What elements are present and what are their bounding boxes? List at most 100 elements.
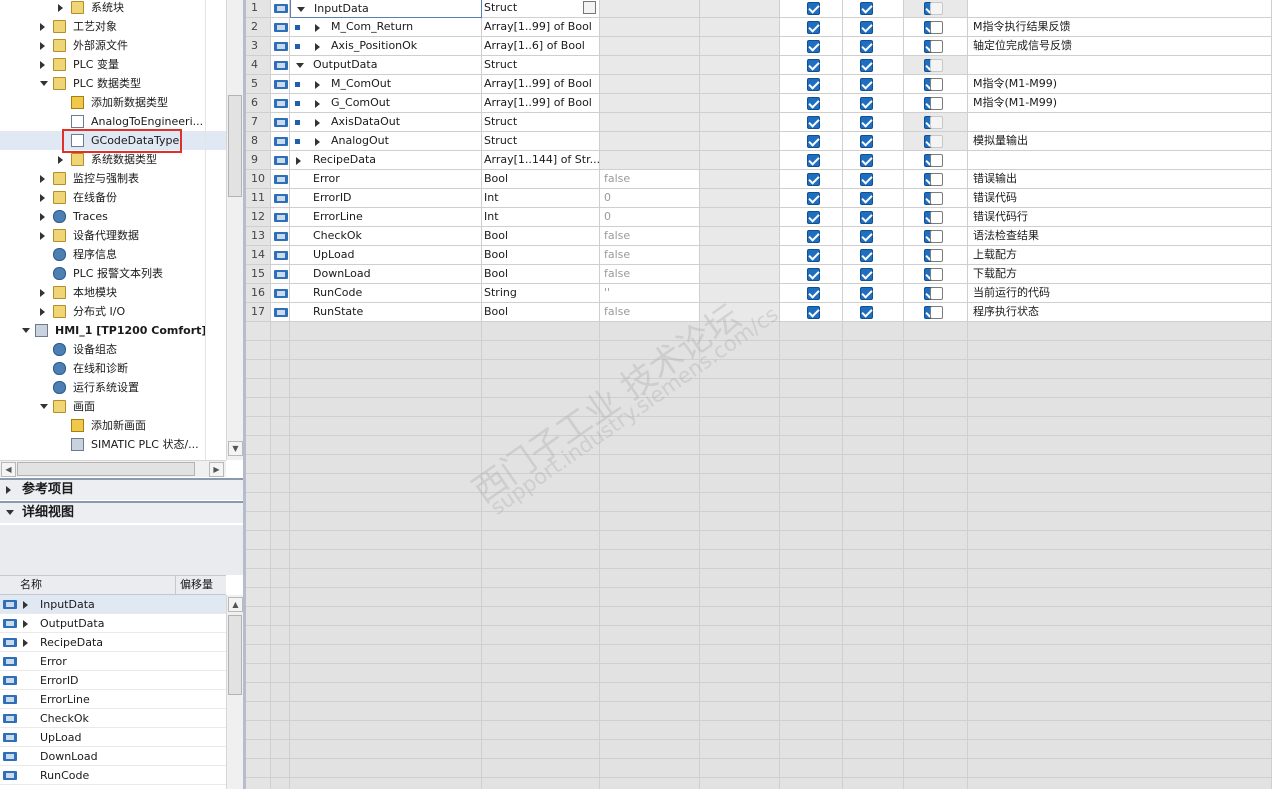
writable-hmi-checkbox[interactable]	[860, 192, 873, 205]
table-row[interactable]: 7 AxisDataOut Struct	[246, 113, 1272, 132]
name-cell[interactable]: OutputData	[290, 56, 482, 75]
name-cell[interactable]: InputData	[290, 0, 482, 18]
default-value-cell[interactable]	[600, 56, 700, 75]
name-cell[interactable]: RecipeData	[290, 151, 482, 170]
chevron-right-icon[interactable]	[40, 194, 45, 202]
accessible-hmi-checkbox[interactable]	[807, 116, 820, 129]
tree-item-runtime-settings[interactable]: 运行系统设置	[0, 378, 226, 397]
chevron-down-icon[interactable]	[22, 328, 30, 333]
table-row[interactable]: 10 Error Bool false 错误输出	[246, 170, 1272, 189]
setpoint-checkbox[interactable]	[930, 173, 943, 186]
tree-item-technology-objects[interactable]: 工艺对象	[0, 17, 226, 36]
type-cell[interactable]: Int	[482, 208, 600, 227]
default-value-cell[interactable]	[600, 151, 700, 170]
comment-cell[interactable]: M指令(M1-M99)	[968, 94, 1272, 113]
tree-item-traces[interactable]: Traces	[0, 207, 226, 226]
table-row[interactable]: 3 Axis_PositionOk Array[1..6] of Bool 轴定位完成…	[246, 37, 1272, 56]
chevron-right-icon[interactable]	[315, 81, 320, 89]
accessible-hmi-checkbox[interactable]	[807, 135, 820, 148]
default-value-cell[interactable]	[600, 94, 700, 113]
comment-cell[interactable]	[968, 151, 1272, 170]
table-row[interactable]: 9 RecipeData Array[1..144] of Str...	[246, 151, 1272, 170]
table-row[interactable]: 17 RunState Bool false 程序执行状态	[246, 303, 1272, 322]
comment-cell[interactable]: 当前运行的代码	[968, 284, 1272, 303]
tree-item-add-new-screen[interactable]: 添加新画面	[0, 416, 226, 435]
detail-row[interactable]: Error	[0, 652, 226, 671]
chevron-right-icon[interactable]	[40, 289, 45, 297]
detail-row[interactable]: DownLoad	[0, 747, 226, 766]
writable-hmi-checkbox[interactable]	[860, 211, 873, 224]
writable-hmi-checkbox[interactable]	[860, 21, 873, 34]
chevron-right-icon[interactable]	[40, 175, 45, 183]
accessible-hmi-checkbox[interactable]	[807, 230, 820, 243]
accessible-hmi-checkbox[interactable]	[807, 21, 820, 34]
tree-item-distributed-io[interactable]: 分布式 I/O	[0, 302, 226, 321]
table-row[interactable]: 16 RunCode String '' 当前运行的代码	[246, 284, 1272, 303]
default-value-cell[interactable]	[600, 132, 700, 151]
tree-item-system-blocks[interactable]: 系统块	[0, 0, 226, 17]
chevron-right-icon[interactable]	[40, 23, 45, 31]
scroll-left-button[interactable]: ◀	[1, 462, 16, 477]
default-value-cell[interactable]: ''	[600, 284, 700, 303]
type-cell[interactable]: Struct	[482, 56, 600, 75]
setpoint-checkbox[interactable]	[930, 78, 943, 91]
tree-hscroll-thumb[interactable]	[17, 462, 195, 476]
detail-row[interactable]: ErrorLine	[0, 690, 226, 709]
comment-cell[interactable]: 程序执行状态	[968, 303, 1272, 322]
writable-hmi-checkbox[interactable]	[860, 268, 873, 281]
chevron-down-icon[interactable]	[40, 81, 48, 86]
tree-item-plc-alarm-text-lists[interactable]: PLC 报警文本列表	[0, 264, 226, 283]
default-value-cell[interactable]: false	[600, 265, 700, 284]
scroll-right-button[interactable]: ▶	[209, 462, 224, 477]
tree-item-hmi-1[interactable]: HMI_1 [TP1200 Comfort]	[0, 321, 226, 340]
accessible-hmi-checkbox[interactable]	[807, 249, 820, 262]
type-cell[interactable]: Array[1..99] of Bool	[482, 75, 600, 94]
setpoint-checkbox[interactable]	[930, 192, 943, 205]
comment-cell[interactable]	[968, 0, 1272, 18]
default-value-cell[interactable]: false	[600, 246, 700, 265]
chevron-right-icon[interactable]	[23, 639, 28, 647]
setpoint-checkbox[interactable]	[930, 97, 943, 110]
comment-cell[interactable]: 错误代码行	[968, 208, 1272, 227]
accessible-hmi-checkbox[interactable]	[807, 59, 820, 72]
tree-horizontal-scrollbar[interactable]: ◀ ▶	[0, 460, 226, 477]
type-cell[interactable]: Bool	[482, 265, 600, 284]
setpoint-checkbox[interactable]	[930, 287, 943, 300]
chevron-right-icon[interactable]	[315, 119, 320, 127]
comment-cell[interactable]: 错误代码	[968, 189, 1272, 208]
chevron-right-icon[interactable]	[315, 138, 320, 146]
default-value-cell[interactable]	[600, 0, 700, 18]
writable-hmi-checkbox[interactable]	[860, 306, 873, 319]
detail-row[interactable]: CheckOk	[0, 709, 226, 728]
writable-hmi-checkbox[interactable]	[860, 230, 873, 243]
comment-cell[interactable]	[968, 56, 1272, 75]
setpoint-checkbox[interactable]	[930, 230, 943, 243]
chevron-right-icon[interactable]	[40, 232, 45, 240]
comment-cell[interactable]: 语法检查结果	[968, 227, 1272, 246]
name-cell[interactable]: M_ComOut	[290, 75, 482, 94]
type-cell[interactable]: Array[1..99] of Bool	[482, 18, 600, 37]
table-row[interactable]: 12 ErrorLine Int 0 错误代码行	[246, 208, 1272, 227]
tree-item-device-configuration[interactable]: 设备组态	[0, 340, 226, 359]
type-cell[interactable]: Array[1..99] of Bool	[482, 94, 600, 113]
table-row[interactable]: 1 InputData Struct	[246, 0, 1272, 18]
writable-hmi-checkbox[interactable]	[860, 97, 873, 110]
accessible-hmi-checkbox[interactable]	[807, 173, 820, 186]
references-section-header[interactable]: 参考项目	[0, 478, 243, 500]
table-row[interactable]: 2 M_Com_Return Array[1..99] of Bool M指令执行结果…	[246, 18, 1272, 37]
default-value-cell[interactable]: false	[600, 170, 700, 189]
name-cell[interactable]: DownLoad	[290, 265, 482, 284]
name-cell[interactable]: RunState	[290, 303, 482, 322]
type-cell[interactable]: Int	[482, 189, 600, 208]
chevron-right-icon[interactable]	[40, 308, 45, 316]
default-value-cell[interactable]	[600, 18, 700, 37]
comment-cell[interactable]: M指令(M1-M99)	[968, 75, 1272, 94]
accessible-hmi-checkbox[interactable]	[807, 211, 820, 224]
name-cell[interactable]: Axis_PositionOk	[290, 37, 482, 56]
chevron-right-icon[interactable]	[40, 61, 45, 69]
tree-item-online-backups[interactable]: 在线备份	[0, 188, 226, 207]
setpoint-checkbox[interactable]	[930, 268, 943, 281]
detail-row[interactable]: InputData	[0, 595, 226, 614]
setpoint-checkbox[interactable]	[930, 211, 943, 224]
comment-cell[interactable]: 下载配方	[968, 265, 1272, 284]
